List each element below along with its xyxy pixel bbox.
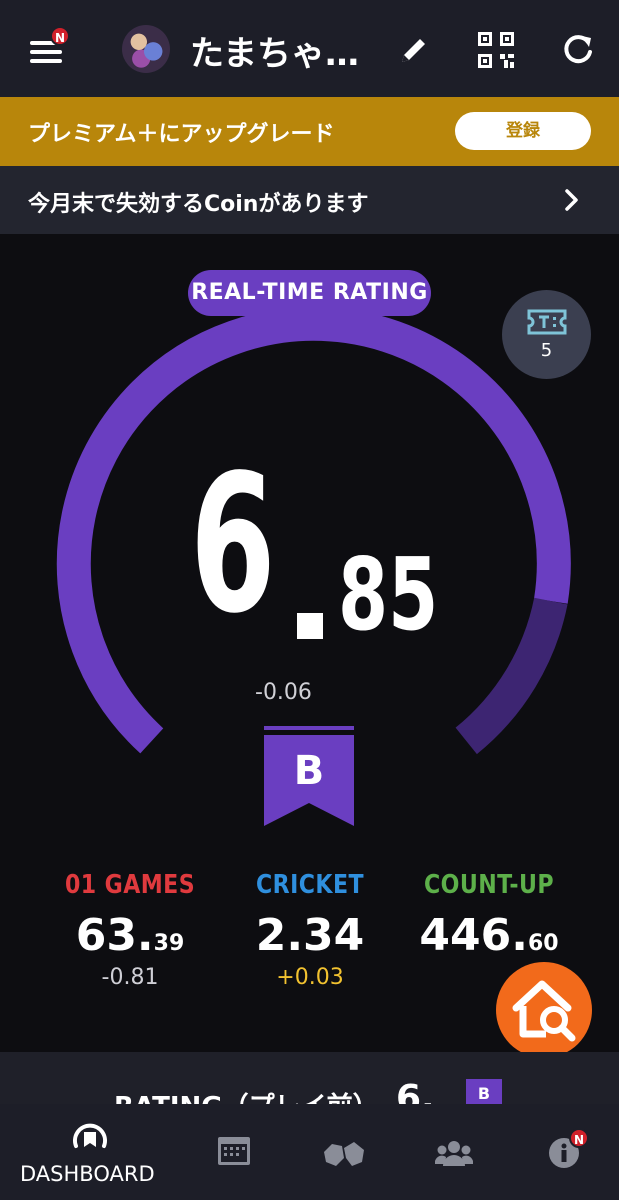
bottom-navigation: DASHBOARD N — [0, 1104, 619, 1200]
shop-search-button[interactable] — [496, 962, 592, 1058]
stat-diff: -0.81 — [101, 965, 159, 990]
coin-expiry-notice[interactable]: 今月末で失効するCoinがあります — [0, 166, 619, 234]
top-app-bar: N たまちゃ… — [0, 0, 619, 97]
stat-value: 446.60 — [419, 910, 559, 961]
nav-community[interactable] — [391, 1104, 515, 1200]
hands-icon — [324, 1142, 364, 1166]
premium-banner-text: プレミアム＋にアップグレード — [28, 122, 335, 147]
stat-value: 2.34 — [255, 910, 365, 961]
stat-count-up[interactable]: COUNT-UP 446.60 — [389, 870, 589, 965]
stat-01-games[interactable]: 01 GAMES 63.39 -0.81 — [30, 870, 230, 990]
refresh-icon[interactable] — [558, 30, 598, 70]
nav-schedule[interactable] — [172, 1104, 296, 1200]
class-letter: B — [293, 748, 325, 794]
menu-notification-badge: N — [50, 26, 70, 46]
username[interactable]: たまちゃ… — [190, 26, 359, 75]
real-time-rating-label: REAL-TIME RATING — [188, 270, 431, 316]
register-button[interactable]: 登録 — [455, 112, 591, 150]
ticket-icon — [527, 309, 567, 335]
stat-label: 01 GAMES — [64, 870, 196, 900]
ticket-button[interactable]: 5 — [502, 290, 591, 379]
avatar[interactable] — [122, 25, 170, 73]
info-notification-badge: N — [569, 1128, 589, 1148]
pre-play-rating-label: RATING（プレイ前） — [114, 1086, 379, 1104]
pre-play-rating-value: 6. — [396, 1078, 435, 1104]
rating-decimal: 85 — [338, 536, 439, 653]
chevron-right-icon — [565, 189, 578, 211]
qr-code-icon[interactable] — [476, 30, 516, 70]
rating-decimal-point — [297, 613, 323, 639]
stat-cricket[interactable]: CRICKET 2.34 +0.03 — [210, 870, 410, 990]
rating-integer: 6 — [190, 434, 276, 655]
rating-diff: -0.06 — [255, 680, 312, 705]
stat-label: CRICKET — [256, 870, 364, 900]
pre-play-class-flag: B — [466, 1079, 502, 1104]
calendar-icon — [218, 1137, 250, 1165]
ticket-count: 5 — [540, 340, 553, 361]
edit-icon[interactable] — [394, 30, 434, 70]
group-icon — [435, 1141, 473, 1166]
pre-play-rating-section[interactable]: RATING（プレイ前） 6. B — [0, 1052, 619, 1104]
stat-diff: +0.03 — [276, 965, 344, 990]
nav-friends-game[interactable] — [282, 1104, 406, 1200]
coin-notice-text: 今月末で失効するCoinがあります — [28, 192, 369, 217]
dashboard-gauge-icon — [73, 1123, 107, 1148]
stat-value: 63.39 — [75, 910, 185, 961]
stat-label: COUNT-UP — [424, 870, 554, 900]
nav-dashboard[interactable]: DASHBOARD — [0, 1104, 155, 1200]
premium-upgrade-banner[interactable]: プレミアム＋にアップグレード 登録 — [0, 97, 619, 166]
home-search-icon — [512, 980, 576, 1042]
nav-info[interactable]: N — [500, 1104, 619, 1200]
